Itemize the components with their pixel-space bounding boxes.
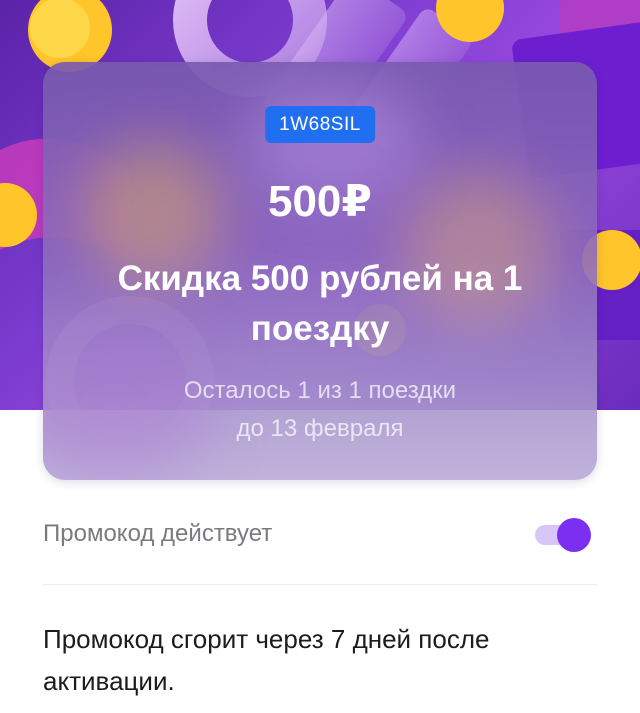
expiry-note: Промокод сгорит через 7 дней после актив…	[43, 624, 490, 696]
promo-active-switch[interactable]	[535, 518, 591, 552]
rides-remaining: Осталось 1 из 1 поездки	[183, 377, 457, 404]
promo-card: 1W68SIL 500₽ Скидка 500 рублей на 1 поез…	[43, 62, 597, 480]
promo-detail-screen: 1W68SIL 500₽ Скидка 500 рублей на 1 поез…	[0, 0, 640, 713]
divider	[43, 584, 597, 585]
discount-amount: 500₽	[267, 177, 373, 226]
valid-until: до 13 февраля	[236, 415, 404, 442]
promo-active-row: Промокод действует	[43, 510, 597, 558]
promo-active-label: Промокод действует	[43, 520, 273, 547]
promo-headline: Скидка 500 рублей на 1 поездку	[117, 259, 523, 348]
switch-thumb[interactable]	[557, 518, 591, 552]
promo-meta: Осталось 1 из 1 поездки до 13 февраля	[73, 372, 567, 448]
promo-code-badge[interactable]: 1W68SIL	[265, 106, 375, 143]
